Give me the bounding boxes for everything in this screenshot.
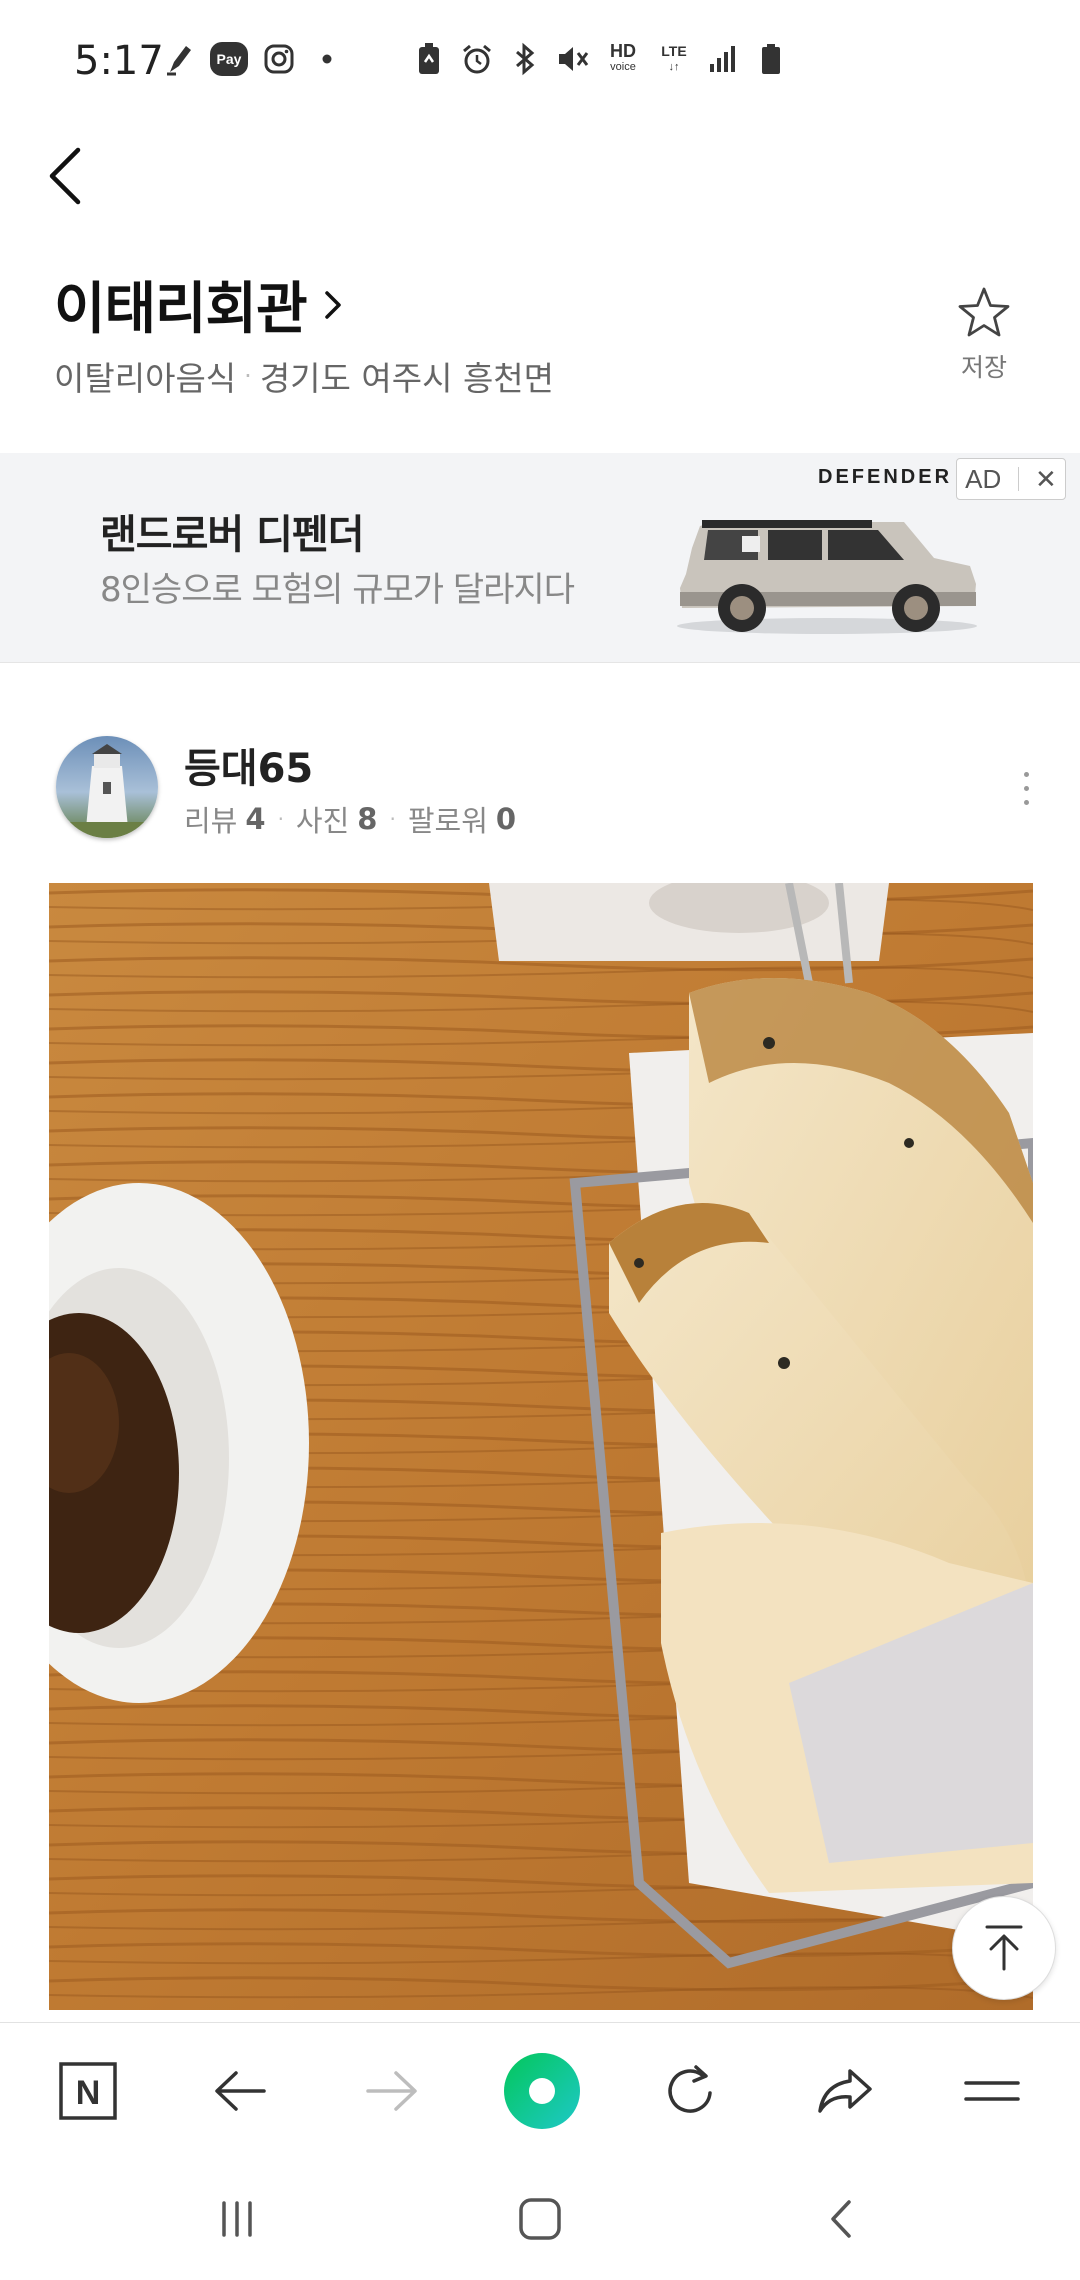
stat-photos-label: 사진 bbox=[295, 804, 350, 838]
system-navigation-bar bbox=[0, 2156, 1080, 2280]
system-back-icon[interactable] bbox=[806, 2184, 876, 2254]
battery-icon bbox=[754, 42, 788, 76]
place-category: 이탈리아음식 bbox=[54, 359, 237, 398]
naver-home-icon[interactable]: N bbox=[50, 2053, 126, 2129]
pay-icon: Pay bbox=[210, 42, 248, 76]
forward-arrow-icon[interactable] bbox=[354, 2053, 430, 2129]
stat-followers-label: 팔로워 bbox=[407, 804, 488, 838]
ad-close-icon[interactable]: ✕ bbox=[1035, 464, 1057, 495]
chevron-right-icon bbox=[324, 290, 341, 319]
place-title: 이태리회관 bbox=[54, 277, 308, 342]
battery-saver-icon bbox=[412, 42, 446, 76]
home-icon[interactable] bbox=[505, 2184, 575, 2254]
stat-reviews-label: 리뷰 bbox=[184, 804, 238, 838]
lte-icon: LTE ↓↑ bbox=[656, 42, 692, 76]
instagram-icon bbox=[262, 42, 296, 76]
hd-label: HD bbox=[610, 41, 636, 61]
pen-icon bbox=[162, 42, 196, 76]
signal-icon bbox=[706, 42, 740, 76]
back-arrow-icon[interactable] bbox=[202, 2053, 278, 2129]
ad-badge[interactable]: AD ✕ bbox=[956, 458, 1066, 500]
more-dot bbox=[1023, 799, 1029, 805]
stat-photos-value: 8 bbox=[357, 802, 378, 836]
save-button[interactable]: 저장 bbox=[944, 284, 1024, 394]
alarm-icon bbox=[460, 42, 494, 76]
lte-label: LTE bbox=[661, 43, 687, 59]
mute-icon bbox=[556, 42, 590, 76]
separator-dot: · bbox=[389, 807, 396, 831]
more-dot bbox=[1023, 771, 1029, 777]
menu-icon[interactable] bbox=[954, 2053, 1030, 2129]
separator-dot: · bbox=[277, 807, 284, 831]
green-dot-icon[interactable] bbox=[500, 2053, 584, 2129]
place-location: 경기도 여주시 흥천면 bbox=[259, 359, 555, 398]
ad-car-image[interactable] bbox=[672, 508, 982, 638]
arrow-up-icon bbox=[985, 1925, 1023, 1971]
place-title-link[interactable]: 이태리회관 bbox=[54, 264, 347, 345]
ad-badge-divider bbox=[1017, 467, 1019, 491]
more-options-button[interactable] bbox=[1006, 760, 1046, 816]
save-label: 저장 bbox=[960, 353, 1007, 382]
more-dot bbox=[1023, 785, 1029, 791]
status-bar: 5:17 Pay HD voice LTE ↓↑ bbox=[0, 0, 1080, 125]
star-icon bbox=[958, 287, 1010, 337]
reviewer-stats: 리뷰 4 · 사진 8 · 팔로워 0 bbox=[184, 798, 516, 840]
stat-reviews-value: 4 bbox=[245, 802, 266, 836]
stat-followers-value: 0 bbox=[495, 802, 517, 836]
hd-voice-icon: HD voice bbox=[604, 42, 642, 76]
naver-letter: N bbox=[76, 2074, 101, 2112]
back-button[interactable] bbox=[40, 140, 100, 210]
ad-title[interactable]: 랜드로버 디펜더 bbox=[100, 502, 365, 560]
ad-description[interactable]: 8인승으로 모험의 규모가 달라지다 bbox=[100, 562, 575, 611]
ad-brand-logo: DEFENDER bbox=[818, 466, 953, 488]
review-photo[interactable] bbox=[49, 883, 1033, 2010]
share-icon[interactable] bbox=[806, 2053, 882, 2129]
status-right-icons: HD voice LTE ↓↑ bbox=[412, 42, 788, 76]
avatar[interactable] bbox=[56, 736, 158, 838]
browser-toolbar: N bbox=[0, 2022, 1080, 2156]
scroll-to-top-button[interactable] bbox=[952, 1896, 1056, 2000]
reviewer-name[interactable]: 등대65 bbox=[184, 736, 313, 794]
recent-apps-icon[interactable] bbox=[202, 2184, 272, 2254]
bluetooth-icon bbox=[508, 42, 542, 76]
status-left-icons: Pay bbox=[162, 42, 344, 76]
lte-arrows: ↓↑ bbox=[668, 61, 680, 73]
status-time: 5:17 bbox=[74, 38, 164, 84]
hd-sub-label: voice bbox=[610, 61, 636, 73]
ad-label: AD bbox=[965, 463, 1002, 494]
place-subtitle: 이탈리아음식 · 경기도 여주시 흥천면 bbox=[54, 352, 554, 400]
dot-icon bbox=[310, 42, 344, 76]
separator-dot: · bbox=[244, 362, 252, 390]
refresh-icon[interactable] bbox=[654, 2053, 730, 2129]
